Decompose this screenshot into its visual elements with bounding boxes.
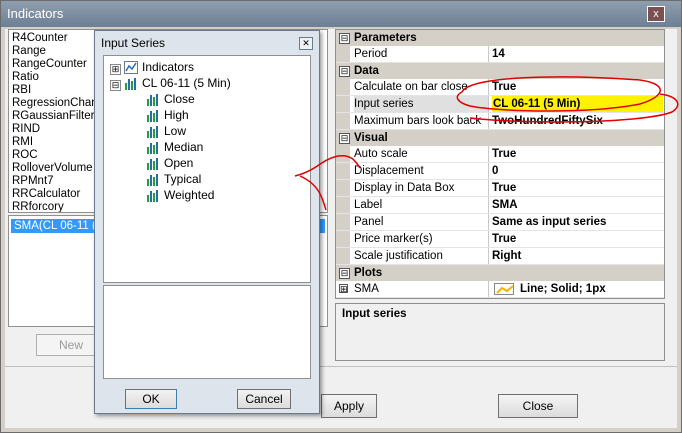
property-grid: ⊟ Parameters Period 14 ⊟ Data Calculate …: [335, 29, 665, 299]
property-name: Period: [354, 46, 489, 62]
bar-chart-icon: [146, 93, 160, 106]
list-item[interactable]: Range: [12, 45, 46, 58]
category-label: Visual: [354, 132, 388, 144]
property-row-panel[interactable]: Panel Same as input series: [336, 214, 664, 231]
input-series-dialog: Input Series ✕ ⊞ Indicators ⊟ CL 06-11 (…: [94, 30, 320, 414]
list-item[interactable]: RRCalculator: [12, 188, 80, 201]
bar-chart-icon: [146, 125, 160, 138]
property-row-label[interactable]: Label SMA: [336, 197, 664, 214]
window-title: Indicators: [7, 6, 64, 21]
category-label: Data: [354, 65, 379, 77]
property-name: Calculate on bar close: [354, 79, 489, 95]
property-row-period[interactable]: Period 14: [336, 46, 664, 63]
property-row-auto-scale[interactable]: Auto scale True: [336, 146, 664, 163]
property-value[interactable]: TwoHundredFiftySix: [492, 113, 662, 129]
property-row-displacement[interactable]: Displacement 0: [336, 163, 664, 180]
list-item[interactable]: Ratio: [12, 71, 39, 84]
tree-node-high[interactable]: High: [164, 107, 189, 123]
tree-node-indicators[interactable]: Indicators: [142, 59, 194, 75]
property-name: Scale justification: [354, 248, 489, 264]
collapse-icon[interactable]: ⊟: [110, 80, 121, 91]
property-row-scale-justification[interactable]: Scale justification Right: [336, 248, 664, 265]
dialog-close-button[interactable]: ✕: [299, 37, 313, 50]
dialog-title: Input Series: [101, 36, 166, 50]
property-name: Maximum bars look back: [354, 113, 489, 129]
property-row-calculate-on-bar-close[interactable]: Calculate on bar close True: [336, 79, 664, 96]
list-item[interactable]: ROC: [12, 149, 38, 162]
tree-node-close[interactable]: Close: [164, 91, 195, 107]
close-button[interactable]: Close: [498, 394, 578, 418]
property-row-input-series[interactable]: Input series CL 06-11 (5 Min): [336, 96, 664, 113]
property-row-sma-plot[interactable]: ⊞ SMA Line; Solid; 1px: [336, 281, 664, 298]
category-parameters[interactable]: ⊟ Parameters: [336, 30, 664, 46]
tree-node-median[interactable]: Median: [164, 139, 203, 155]
window-titlebar[interactable]: Indicators x: [1, 1, 681, 27]
input-series-value[interactable]: CL 06-11 (5 Min): [492, 96, 663, 112]
category-data[interactable]: ⊟ Data: [336, 63, 664, 79]
property-name: Label: [354, 197, 489, 213]
property-row-maximum-bars-look-back[interactable]: Maximum bars look back TwoHundredFiftySi…: [336, 113, 664, 130]
list-item[interactable]: RIND: [12, 123, 40, 136]
bar-chart-icon: [146, 189, 160, 202]
tree-node-instrument[interactable]: CL 06-11 (5 Min): [142, 75, 231, 91]
property-value[interactable]: True: [492, 231, 662, 247]
list-item[interactable]: RPMnt7: [12, 175, 54, 188]
list-item[interactable]: RMI: [12, 136, 33, 149]
bar-chart-icon: [124, 77, 138, 90]
collapse-icon[interactable]: ⊟: [339, 268, 350, 279]
property-value[interactable]: 14: [492, 46, 662, 62]
property-value[interactable]: True: [492, 146, 662, 162]
property-name: Display in Data Box: [354, 180, 489, 196]
category-label: Parameters: [354, 32, 417, 44]
list-item[interactable]: RolloverVolume: [12, 162, 93, 175]
collapse-icon[interactable]: ⊟: [339, 33, 350, 44]
list-item[interactable]: RGaussianFilter: [12, 110, 94, 123]
property-value[interactable]: Line; Solid; 1px: [520, 281, 664, 297]
bar-chart-icon: [146, 157, 160, 170]
category-visual[interactable]: ⊟ Visual: [336, 130, 664, 146]
apply-button[interactable]: Apply: [321, 394, 377, 418]
property-name: Input series: [354, 96, 489, 112]
tree-node-open[interactable]: Open: [164, 155, 193, 171]
property-value[interactable]: SMA: [492, 197, 662, 213]
list-item[interactable]: RRforcory: [12, 201, 64, 212]
property-value[interactable]: 0: [492, 163, 662, 179]
series-detail-pane: [103, 285, 311, 379]
bar-chart-icon: [146, 141, 160, 154]
property-value[interactable]: True: [492, 180, 662, 196]
expand-icon[interactable]: ⊞: [339, 284, 348, 294]
collapse-icon[interactable]: ⊟: [339, 133, 350, 144]
property-row-display-in-data-box[interactable]: Display in Data Box True: [336, 180, 664, 197]
series-tree: ⊞ Indicators ⊟ CL 06-11 (5 Min) Close Hi…: [103, 55, 311, 283]
property-value[interactable]: True: [492, 79, 662, 95]
property-description: Input series: [335, 303, 665, 361]
list-item[interactable]: RBI: [12, 84, 31, 97]
tree-node-typical[interactable]: Typical: [164, 171, 201, 187]
property-name: Panel: [354, 214, 489, 230]
property-value[interactable]: Right: [492, 248, 662, 264]
property-value[interactable]: Same as input series: [492, 214, 662, 230]
list-item[interactable]: R4Counter: [12, 32, 68, 45]
window-close-button[interactable]: x: [647, 6, 665, 22]
property-row-price-markers[interactable]: Price marker(s) True: [336, 231, 664, 248]
ok-button[interactable]: OK: [125, 389, 177, 409]
list-item[interactable]: RegressionChann: [12, 97, 104, 110]
property-name: SMA: [354, 281, 489, 297]
tree-node-low[interactable]: Low: [164, 123, 186, 139]
property-name: Price marker(s): [354, 231, 489, 247]
expand-icon[interactable]: ⊞: [110, 64, 121, 75]
indicator-chart-icon: [124, 61, 138, 74]
property-name: Auto scale: [354, 146, 489, 162]
description-title: Input series: [342, 308, 407, 320]
property-name: Displacement: [354, 163, 489, 179]
tree-node-weighted[interactable]: Weighted: [164, 187, 214, 203]
bar-chart-icon: [146, 173, 160, 186]
collapse-icon[interactable]: ⊟: [339, 66, 350, 77]
list-item[interactable]: RangeCounter: [12, 58, 87, 71]
category-plots[interactable]: ⊟ Plots: [336, 265, 664, 281]
category-label: Plots: [354, 267, 383, 279]
bar-chart-icon: [146, 109, 160, 122]
cancel-button[interactable]: Cancel: [237, 389, 291, 409]
plot-line-swatch-icon: [494, 283, 514, 295]
